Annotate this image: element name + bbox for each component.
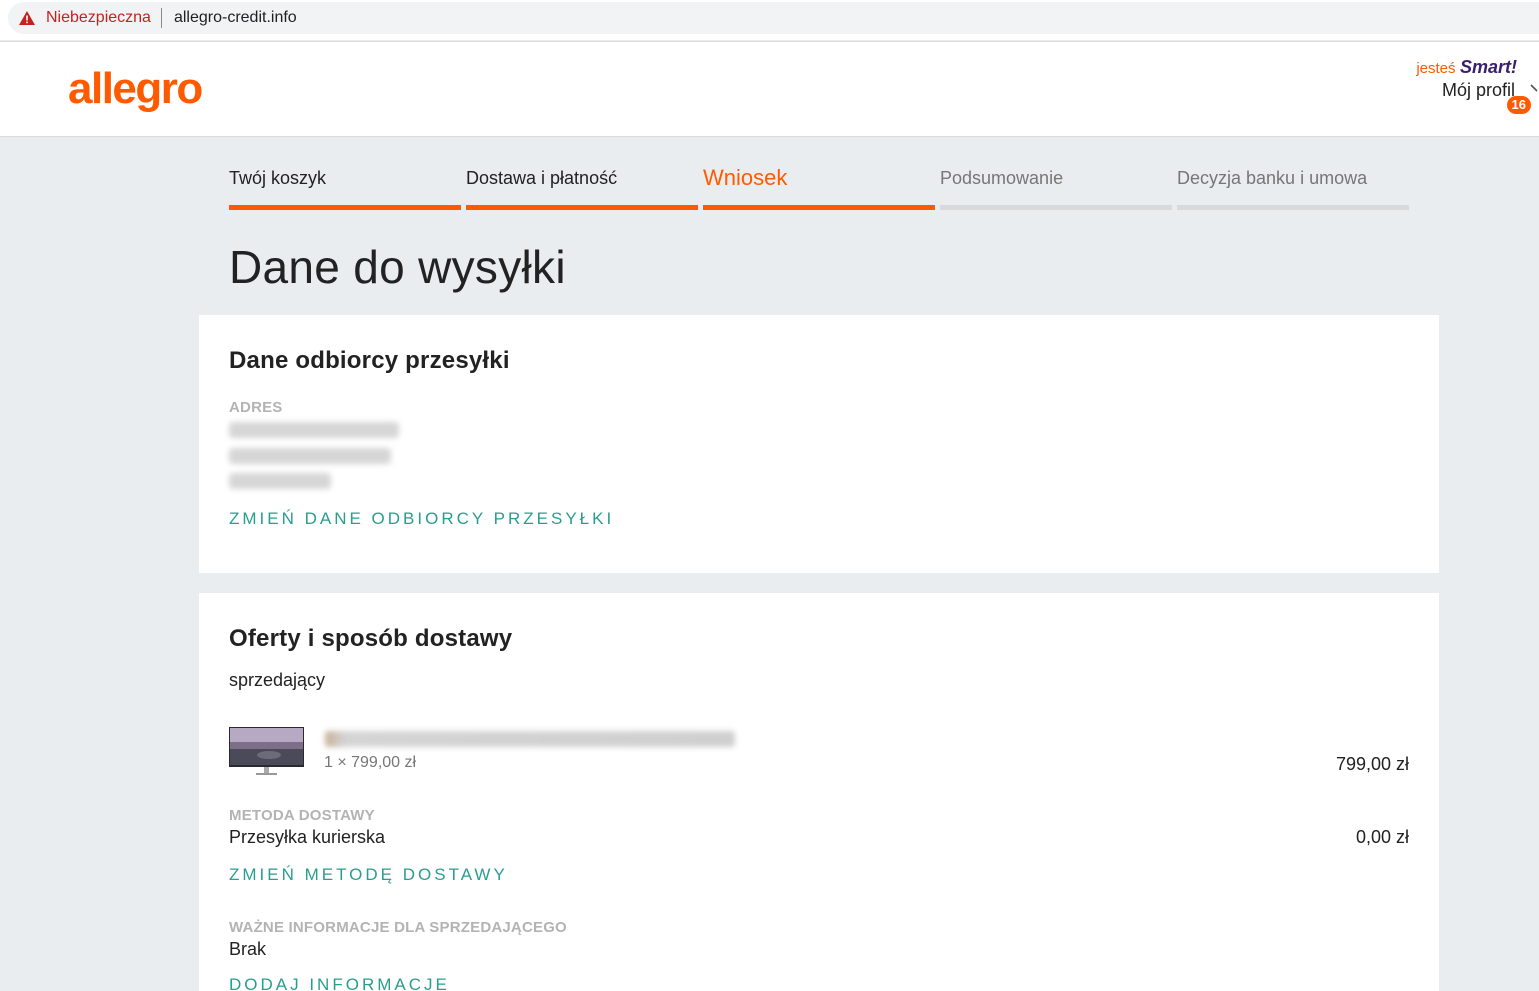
step-delivery-payment[interactable]: Dostawa i płatność — [466, 168, 698, 210]
warning-icon[interactable] — [18, 10, 36, 26]
security-status[interactable]: Niebezpieczna — [46, 9, 151, 27]
address-line-blurred — [229, 448, 391, 464]
step-label: Podsumowanie — [940, 168, 1064, 188]
delivery-price: 0,00 zł — [1355, 827, 1409, 847]
add-info-button[interactable]: DODAJ INFORMACJE — [229, 975, 450, 991]
address-line-blurred — [229, 473, 331, 489]
step-progress-bar — [703, 205, 935, 210]
recipient-title: Dane odbiorcy przesyłki — [229, 347, 510, 374]
notification-badge: 16 — [1506, 96, 1531, 114]
step-progress-bar — [466, 205, 698, 210]
seller-info-value: Brak — [229, 939, 267, 959]
step-label: Wniosek — [703, 165, 788, 190]
smart-prefix: jesteś — [1416, 60, 1456, 77]
step-summary: Podsumowanie — [940, 168, 1172, 210]
step-cart[interactable]: Twój koszyk — [229, 168, 461, 210]
step-bank-decision: Decyzja banku i umowa — [1177, 168, 1409, 210]
chevron-down-icon[interactable] — [1529, 82, 1539, 96]
delivery-caption: METODA DOSTAWY — [229, 807, 375, 824]
step-application: Wniosek — [703, 165, 935, 210]
address-caption: ADRES — [229, 399, 283, 416]
divider — [160, 8, 162, 28]
quantity-price: 1 × 799,00 zł — [324, 754, 417, 771]
url-text[interactable]: allegro-credit.info — [174, 9, 297, 27]
delivery-method: Przesyłka kurierska — [229, 827, 386, 847]
step-progress-bar — [1177, 205, 1409, 210]
checkout-steps: Twój koszyk Dostawa i płatność Wniosek P… — [229, 165, 1409, 210]
step-progress-bar — [229, 205, 461, 210]
offers-card: Oferty i sposób dostawy sprzedający 1 × … — [199, 593, 1439, 991]
smart-indicator[interactable]: jesteś Smart! — [1416, 57, 1517, 78]
seller-label: sprzedający — [229, 670, 326, 690]
step-progress-bar — [940, 205, 1172, 210]
recipient-card: Dane odbiorcy przesyłki ADRES ZMIEŃ DANE… — [199, 315, 1439, 573]
browser-address-bar: Niebezpieczna allegro-credit.info — [0, 0, 1539, 40]
omnibox[interactable]: Niebezpieczna allegro-credit.info — [8, 2, 1539, 34]
change-delivery-button[interactable]: ZMIEŃ METODĘ DOSTAWY — [229, 865, 508, 885]
change-recipient-button[interactable]: ZMIEŃ DANE ODBIORCY PRZESYŁKI — [229, 509, 614, 529]
site-header: allegro jesteś Smart! Mój profil 16 — [0, 41, 1539, 137]
page-title: Dane do wysyłki — [229, 241, 566, 293]
seller-info-caption: WAŻNE INFORMACJE DLA SPRZEDAJĄCEGO — [229, 919, 567, 936]
my-profile-link[interactable]: Mój profil — [1442, 80, 1515, 101]
smart-logo: Smart! — [1459, 57, 1517, 77]
step-label: Twój koszyk — [229, 168, 327, 188]
address-line-blurred — [229, 422, 399, 438]
product-thumbnail[interactable] — [229, 727, 304, 777]
step-label: Decyzja banku i umowa — [1177, 168, 1368, 188]
step-label: Dostawa i płatność — [466, 168, 618, 188]
product-name-blurred[interactable] — [325, 731, 735, 747]
offers-title: Oferty i sposób dostawy — [229, 625, 513, 652]
allegro-logo[interactable]: allegro — [68, 64, 203, 114]
item-total: 799,00 zł — [1335, 754, 1409, 774]
